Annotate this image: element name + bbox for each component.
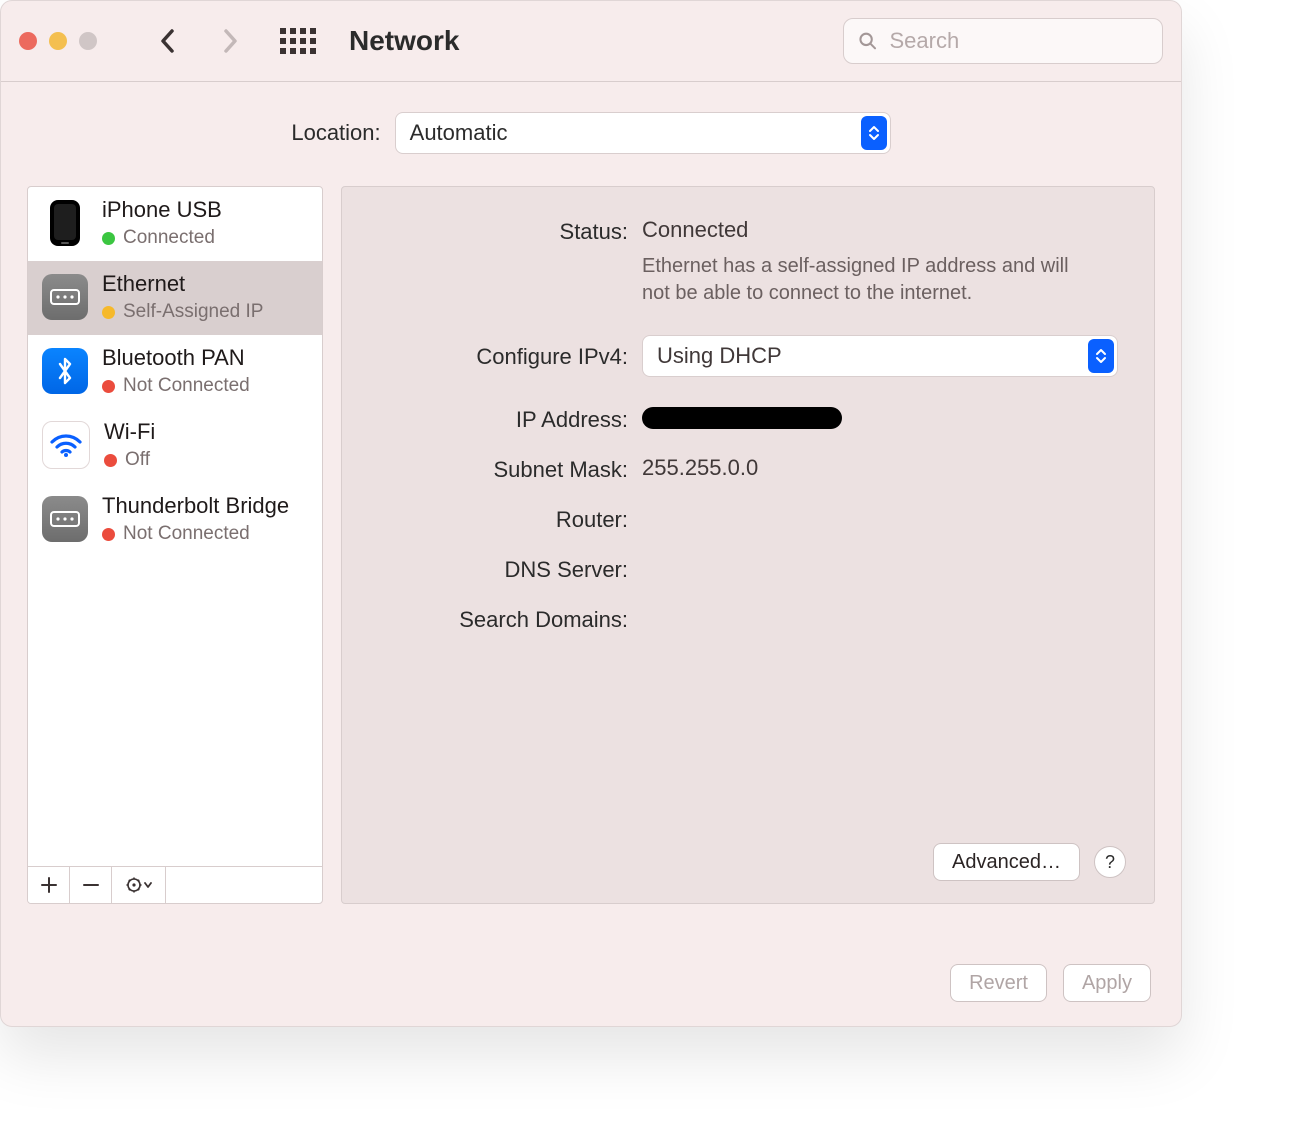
show-all-button[interactable] <box>277 20 319 62</box>
dns-server-label: DNS Server: <box>378 555 628 583</box>
add-service-button[interactable] <box>28 867 70 903</box>
window-controls <box>19 32 97 50</box>
configure-ipv4-select[interactable]: Using DHCP <box>642 335 1118 377</box>
status-dot-icon <box>102 232 115 245</box>
service-status-label: Connected <box>123 227 215 249</box>
content: Location: Automatic iPhone USB Connected E… <box>1 82 1181 924</box>
wifi-icon <box>42 421 90 469</box>
status-value: Connected <box>642 217 748 242</box>
zoom-window-button[interactable] <box>79 32 97 50</box>
search-domains-label: Search Domains: <box>378 605 628 633</box>
subnet-mask-value: 255.255.0.0 <box>642 455 1118 481</box>
service-row[interactable]: Bluetooth PAN Not Connected <box>28 335 322 409</box>
service-sidebar: iPhone USB Connected Ethernet Self-Assigned… <box>27 186 323 904</box>
service-status: Connected <box>102 227 222 249</box>
location-select[interactable]: Automatic <box>395 112 891 154</box>
bluetooth-icon <box>42 348 88 394</box>
gear-dropdown-icon <box>126 877 152 893</box>
apply-button[interactable]: Apply <box>1063 964 1151 1002</box>
back-button[interactable] <box>147 20 189 62</box>
service-status: Self-Assigned IP <box>102 301 263 323</box>
service-actions-button[interactable] <box>112 867 166 903</box>
search-icon <box>858 30 877 52</box>
service-name: Thunderbolt Bridge <box>102 493 289 519</box>
service-status: Off <box>104 449 155 471</box>
advanced-button[interactable]: Advanced… <box>933 843 1080 881</box>
ip-address-label: IP Address: <box>378 405 628 433</box>
close-window-button[interactable] <box>19 32 37 50</box>
location-value: Automatic <box>410 120 508 146</box>
service-row[interactable]: iPhone USB Connected <box>28 187 322 261</box>
status-dot-icon <box>102 528 115 541</box>
ip-address-value-redacted <box>642 407 842 429</box>
subnet-mask-label: Subnet Mask: <box>378 455 628 483</box>
preferences-window: Network Location: Automatic iPhone USB Co… <box>0 0 1182 1027</box>
sidebar-footer <box>28 866 322 903</box>
status-dot-icon <box>104 454 117 467</box>
minus-icon <box>83 877 99 893</box>
service-status: Not Connected <box>102 375 250 397</box>
detail-panel: Status: Connected Ethernet has a self-as… <box>341 186 1155 904</box>
sidebar-footer-spacer <box>166 867 322 903</box>
service-row[interactable]: Ethernet Self-Assigned IP <box>28 261 322 335</box>
revert-button[interactable]: Revert <box>950 964 1047 1002</box>
service-name: Wi-Fi <box>104 419 155 445</box>
service-row[interactable]: Thunderbolt Bridge Not Connected <box>28 483 322 557</box>
remove-service-button[interactable] <box>70 867 112 903</box>
window-footer: Revert Apply <box>950 964 1151 1002</box>
search-input[interactable] <box>887 27 1148 55</box>
status-dot-icon <box>102 306 115 319</box>
location-row: Location: Automatic <box>27 112 1155 154</box>
page-title: Network <box>349 25 459 57</box>
configure-ipv4-value: Using DHCP <box>657 343 782 369</box>
router-label: Router: <box>378 505 628 533</box>
service-list: iPhone USB Connected Ethernet Self-Assigned… <box>28 187 322 866</box>
minimize-window-button[interactable] <box>49 32 67 50</box>
location-label: Location: <box>291 120 380 146</box>
service-status-label: Not Connected <box>123 375 250 397</box>
grid-icon <box>280 28 316 54</box>
forward-button[interactable] <box>209 20 251 62</box>
iphone-icon <box>50 200 80 246</box>
service-name: Bluetooth PAN <box>102 345 250 371</box>
service-status: Not Connected <box>102 523 289 545</box>
service-name: Ethernet <box>102 271 263 297</box>
configure-ipv4-label: Configure IPv4: <box>378 342 628 370</box>
service-row[interactable]: Wi-Fi Off <box>28 409 322 483</box>
select-stepper-icon <box>1088 339 1114 373</box>
select-stepper-icon <box>861 116 887 150</box>
chevron-right-icon <box>221 28 239 54</box>
service-status-label: Off <box>125 449 150 471</box>
plus-icon <box>41 877 57 893</box>
thunderbolt-icon <box>42 496 88 542</box>
status-description: Ethernet has a self-assigned IP address … <box>642 253 1072 307</box>
search-field[interactable] <box>843 18 1163 64</box>
chevron-left-icon <box>159 28 177 54</box>
titlebar: Network <box>1 1 1181 82</box>
service-name: iPhone USB <box>102 197 222 223</box>
service-status-label: Not Connected <box>123 523 250 545</box>
help-button[interactable]: ? <box>1094 846 1126 878</box>
status-label: Status: <box>378 217 628 245</box>
service-status-label: Self-Assigned IP <box>123 301 263 323</box>
ethernet-icon <box>42 274 88 320</box>
status-dot-icon <box>102 380 115 393</box>
